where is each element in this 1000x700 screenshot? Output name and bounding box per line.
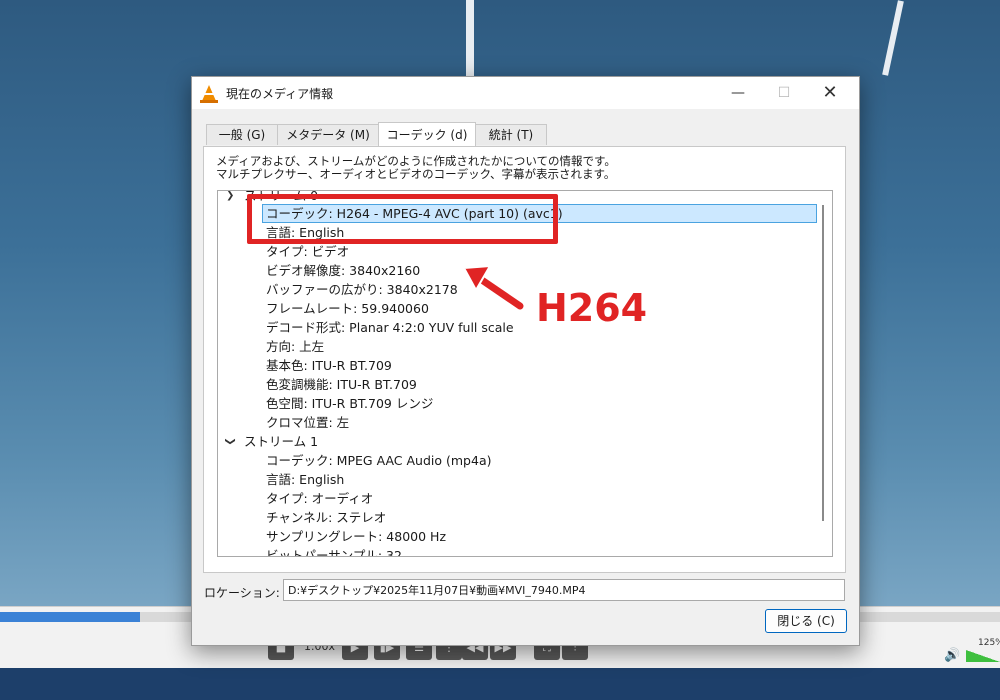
tree-item-stream-1[interactable]: ❯ ストリーム 1 (218, 432, 778, 451)
annotation-label: H264 (535, 285, 648, 330)
panel-description: メディアおよび、ストリームがどのように作成されたかについての情報です。 マルチプ… (216, 155, 616, 181)
title-bar[interactable]: 現在のメディア情報 — ☐ ✕ (192, 77, 859, 109)
annotation-highlight-box (247, 194, 558, 244)
seek-bar-progress (0, 612, 140, 622)
tab-general[interactable]: 一般 (G) (206, 124, 278, 145)
vlc-logo-base (200, 100, 218, 103)
minimize-icon[interactable]: — (715, 77, 761, 109)
volume-slider[interactable] (966, 650, 1000, 662)
vlc-logo-stripe (204, 93, 214, 95)
list-item[interactable]: コーデック: MPEG AAC Audio (mp4a) (266, 451, 491, 470)
list-item[interactable]: タイプ: オーディオ (266, 489, 373, 508)
volume-percent: 125% (978, 638, 1000, 648)
list-item[interactable]: ビットパーサンプル: 32 (266, 546, 402, 556)
stream-header: ストリーム 1 (244, 434, 319, 449)
list-item[interactable]: デコード形式: Planar 4:2:0 YUV full scale (266, 318, 514, 337)
list-item[interactable]: チャンネル: ステレオ (266, 508, 386, 527)
list-item[interactable]: 基本色: ITU-R BT.709 (266, 356, 392, 375)
list-item[interactable]: 方向: 上左 (266, 337, 324, 356)
media-info-dialog: 現在のメディア情報 — ☐ ✕ 一般 (G) メタデータ (M) コーデック (… (191, 76, 860, 646)
tab-metadata[interactable]: メタデータ (M) (277, 124, 379, 145)
list-item[interactable]: サンプリングレート: 48000 Hz (266, 527, 446, 546)
tree-scrollbar[interactable] (822, 205, 824, 521)
taskbar (0, 668, 1000, 700)
location-label: ロケーション: (204, 586, 280, 600)
list-item[interactable]: 色変調機能: ITU-R BT.709 (266, 375, 417, 394)
location-field[interactable]: D:¥デスクトップ¥2025年11月07日¥動画¥MVI_7940.MP4 (283, 579, 845, 601)
description-line-2: マルチプレクサー、オーディオとビデオのコーデック、字幕が表示されます。 (216, 167, 616, 181)
list-item[interactable]: バッファーの広がり: 3840x2178 (266, 280, 458, 299)
tab-statistics[interactable]: 統計 (T) (475, 124, 547, 145)
list-item[interactable]: 色空間: ITU-R BT.709 レンジ (266, 394, 433, 413)
list-item[interactable]: フレームレート: 59.940060 (266, 299, 429, 318)
list-item[interactable]: ビデオ解像度: 3840x2160 (266, 261, 420, 280)
list-item[interactable]: クロマ位置: 左 (266, 413, 349, 432)
list-item[interactable]: タイプ: ビデオ (266, 242, 349, 261)
chevron-down-icon[interactable]: ❯ (226, 191, 234, 205)
list-item[interactable]: 言語: English (266, 470, 344, 489)
turbine-pole (466, 0, 474, 76)
stream-tree[interactable]: ❯ ストリーム 0 コーデック: H264 - MPEG-4 AVC (part… (217, 190, 833, 557)
speaker-icon[interactable]: 🔊 (944, 648, 960, 663)
close-button[interactable]: 閉じる (C) (765, 609, 847, 633)
close-icon[interactable]: ✕ (807, 77, 853, 109)
tab-codec[interactable]: コーデック (d) (378, 122, 476, 146)
chevron-down-icon[interactable]: ❯ (221, 437, 240, 445)
maximize-icon: ☐ (777, 85, 791, 101)
annotation-arrow-icon (462, 264, 526, 312)
window-title: 現在のメディア情報 (226, 87, 334, 101)
